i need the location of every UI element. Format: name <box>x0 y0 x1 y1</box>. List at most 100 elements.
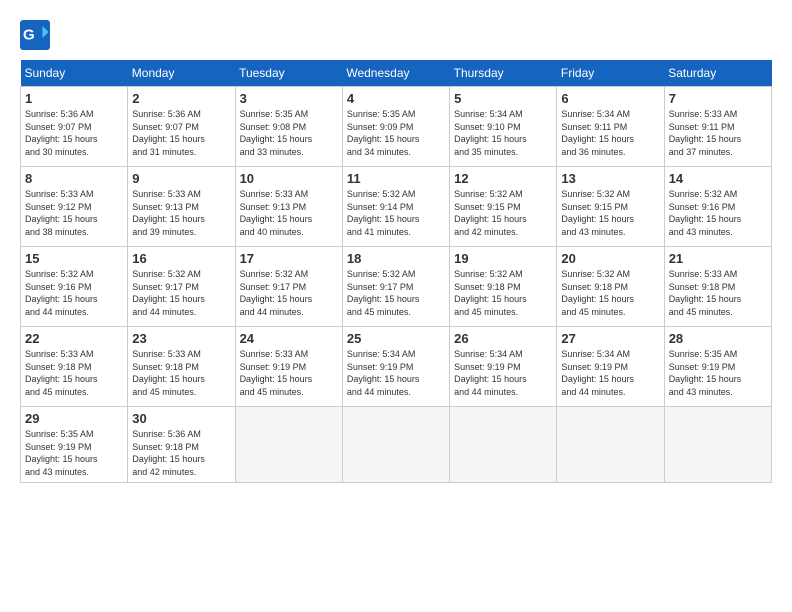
table-row: 4 Sunrise: 5:35 AMSunset: 9:09 PMDaylight… <box>342 87 449 167</box>
header: G <box>20 20 772 50</box>
header-tuesday: Tuesday <box>235 60 342 87</box>
day-number: 18 <box>347 251 445 266</box>
day-info: Sunrise: 5:32 AMSunset: 9:16 PMDaylight:… <box>25 268 123 318</box>
header-thursday: Thursday <box>450 60 557 87</box>
calendar-week-row: 8 Sunrise: 5:33 AMSunset: 9:12 PMDaylight… <box>21 167 772 247</box>
calendar-week-row: 15 Sunrise: 5:32 AMSunset: 9:16 PMDayligh… <box>21 247 772 327</box>
table-row: 1 Sunrise: 5:36 AMSunset: 9:07 PMDaylight… <box>21 87 128 167</box>
day-number: 25 <box>347 331 445 346</box>
day-number: 8 <box>25 171 123 186</box>
table-row: 19Sunrise: 5:32 AMSunset: 9:18 PMDayligh… <box>450 247 557 327</box>
table-row: 15 Sunrise: 5:32 AMSunset: 9:16 PMDayligh… <box>21 247 128 327</box>
header-saturday: Saturday <box>664 60 771 87</box>
header-sunday: Sunday <box>21 60 128 87</box>
day-info: Sunrise: 5:35 AMSunset: 9:19 PMDaylight:… <box>25 428 123 478</box>
weekday-header-row: Sunday Monday Tuesday Wednesday Thursday… <box>21 60 772 87</box>
calendar-week-row: 22Sunrise: 5:33 AMSunset: 9:18 PMDayligh… <box>21 327 772 407</box>
day-number: 27 <box>561 331 659 346</box>
day-number: 4 <box>347 91 445 106</box>
day-info: Sunrise: 5:33 AMSunset: 9:18 PMDaylight:… <box>669 268 767 318</box>
table-row: 24 Sunrise: 5:33 AMSunset: 9:19 PMDayligh… <box>235 327 342 407</box>
table-row: 25 Sunrise: 5:34 AMSunset: 9:19 PMDayligh… <box>342 327 449 407</box>
day-info: Sunrise: 5:35 AMSunset: 9:09 PMDaylight:… <box>347 108 445 158</box>
table-row <box>557 407 664 483</box>
day-info: Sunrise: 5:36 AMSunset: 9:07 PMDaylight:… <box>25 108 123 158</box>
day-info: Sunrise: 5:33 AMSunset: 9:12 PMDaylight:… <box>25 188 123 238</box>
day-info: Sunrise: 5:34 AMSunset: 9:11 PMDaylight:… <box>561 108 659 158</box>
logo: G <box>20 20 54 50</box>
day-number: 21 <box>669 251 767 266</box>
day-number: 2 <box>132 91 230 106</box>
day-info: Sunrise: 5:35 AMSunset: 9:19 PMDaylight:… <box>669 348 767 398</box>
day-info: Sunrise: 5:33 AMSunset: 9:13 PMDaylight:… <box>132 188 230 238</box>
calendar-table: Sunday Monday Tuesday Wednesday Thursday… <box>20 60 772 483</box>
day-info: Sunrise: 5:36 AMSunset: 9:07 PMDaylight:… <box>132 108 230 158</box>
day-number: 1 <box>25 91 123 106</box>
day-info: Sunrise: 5:32 AMSunset: 9:14 PMDaylight:… <box>347 188 445 238</box>
day-number: 20 <box>561 251 659 266</box>
day-number: 24 <box>240 331 338 346</box>
day-number: 14 <box>669 171 767 186</box>
table-row: 5 Sunrise: 5:34 AMSunset: 9:10 PMDaylight… <box>450 87 557 167</box>
day-info: Sunrise: 5:34 AMSunset: 9:10 PMDaylight:… <box>454 108 552 158</box>
table-row <box>450 407 557 483</box>
day-info: Sunrise: 5:33 AMSunset: 9:11 PMDaylight:… <box>669 108 767 158</box>
svg-text:G: G <box>23 27 35 44</box>
day-info: Sunrise: 5:32 AMSunset: 9:18 PMDaylight:… <box>561 268 659 318</box>
table-row: 12 Sunrise: 5:32 AMSunset: 9:15 PMDayligh… <box>450 167 557 247</box>
table-row: 21 Sunrise: 5:33 AMSunset: 9:18 PMDayligh… <box>664 247 771 327</box>
logo-icon: G <box>20 20 50 50</box>
table-row: 17 Sunrise: 5:32 AMSunset: 9:17 PMDayligh… <box>235 247 342 327</box>
table-row <box>235 407 342 483</box>
day-info: Sunrise: 5:36 AMSunset: 9:18 PMDaylight:… <box>132 428 230 478</box>
table-row: 10Sunrise: 5:33 AMSunset: 9:13 PMDayligh… <box>235 167 342 247</box>
table-row: 26 Sunrise: 5:34 AMSunset: 9:19 PMDayligh… <box>450 327 557 407</box>
table-row: 13 Sunrise: 5:32 AMSunset: 9:15 PMDayligh… <box>557 167 664 247</box>
table-row: 30 Sunrise: 5:36 AMSunset: 9:18 PMDayligh… <box>128 407 235 483</box>
table-row: 18 Sunrise: 5:32 AMSunset: 9:17 PMDayligh… <box>342 247 449 327</box>
table-row <box>342 407 449 483</box>
day-number: 26 <box>454 331 552 346</box>
day-number: 15 <box>25 251 123 266</box>
calendar-week-row: 29 Sunrise: 5:35 AMSunset: 9:19 PMDayligh… <box>21 407 772 483</box>
table-row: 8 Sunrise: 5:33 AMSunset: 9:12 PMDaylight… <box>21 167 128 247</box>
day-info: Sunrise: 5:34 AMSunset: 9:19 PMDaylight:… <box>454 348 552 398</box>
table-row: 27 Sunrise: 5:34 AMSunset: 9:19 PMDayligh… <box>557 327 664 407</box>
table-row: 7 Sunrise: 5:33 AMSunset: 9:11 PMDaylight… <box>664 87 771 167</box>
header-monday: Monday <box>128 60 235 87</box>
table-row: 20 Sunrise: 5:32 AMSunset: 9:18 PMDayligh… <box>557 247 664 327</box>
day-info: Sunrise: 5:34 AMSunset: 9:19 PMDaylight:… <box>561 348 659 398</box>
day-number: 13 <box>561 171 659 186</box>
calendar-week-row: 1 Sunrise: 5:36 AMSunset: 9:07 PMDaylight… <box>21 87 772 167</box>
day-info: Sunrise: 5:33 AMSunset: 9:19 PMDaylight:… <box>240 348 338 398</box>
day-number: 17 <box>240 251 338 266</box>
day-info: Sunrise: 5:32 AMSunset: 9:18 PMDaylight:… <box>454 268 552 318</box>
day-number: 5 <box>454 91 552 106</box>
table-row: 16Sunrise: 5:32 AMSunset: 9:17 PMDayligh… <box>128 247 235 327</box>
day-info: Sunrise: 5:34 AMSunset: 9:19 PMDaylight:… <box>347 348 445 398</box>
header-wednesday: Wednesday <box>342 60 449 87</box>
day-number: 7 <box>669 91 767 106</box>
header-friday: Friday <box>557 60 664 87</box>
table-row <box>664 407 771 483</box>
day-number: 12 <box>454 171 552 186</box>
day-info: Sunrise: 5:32 AMSunset: 9:15 PMDaylight:… <box>454 188 552 238</box>
day-info: Sunrise: 5:32 AMSunset: 9:17 PMDaylight:… <box>347 268 445 318</box>
day-info: Sunrise: 5:32 AMSunset: 9:17 PMDaylight:… <box>240 268 338 318</box>
day-info: Sunrise: 5:32 AMSunset: 9:16 PMDaylight:… <box>669 188 767 238</box>
day-number: 28 <box>669 331 767 346</box>
day-number: 3 <box>240 91 338 106</box>
day-info: Sunrise: 5:33 AMSunset: 9:18 PMDaylight:… <box>132 348 230 398</box>
table-row: 14 Sunrise: 5:32 AMSunset: 9:16 PMDayligh… <box>664 167 771 247</box>
day-number: 23 <box>132 331 230 346</box>
table-row: 9Sunrise: 5:33 AMSunset: 9:13 PMDaylight… <box>128 167 235 247</box>
table-row: 23 Sunrise: 5:33 AMSunset: 9:18 PMDayligh… <box>128 327 235 407</box>
table-row: 3 Sunrise: 5:35 AMSunset: 9:08 PMDaylight… <box>235 87 342 167</box>
day-number: 11 <box>347 171 445 186</box>
day-info: Sunrise: 5:33 AMSunset: 9:13 PMDaylight:… <box>240 188 338 238</box>
day-info: Sunrise: 5:32 AMSunset: 9:17 PMDaylight:… <box>132 268 230 318</box>
day-number: 29 <box>25 411 123 426</box>
day-number: 30 <box>132 411 230 426</box>
day-info: Sunrise: 5:32 AMSunset: 9:15 PMDaylight:… <box>561 188 659 238</box>
day-info: Sunrise: 5:35 AMSunset: 9:08 PMDaylight:… <box>240 108 338 158</box>
